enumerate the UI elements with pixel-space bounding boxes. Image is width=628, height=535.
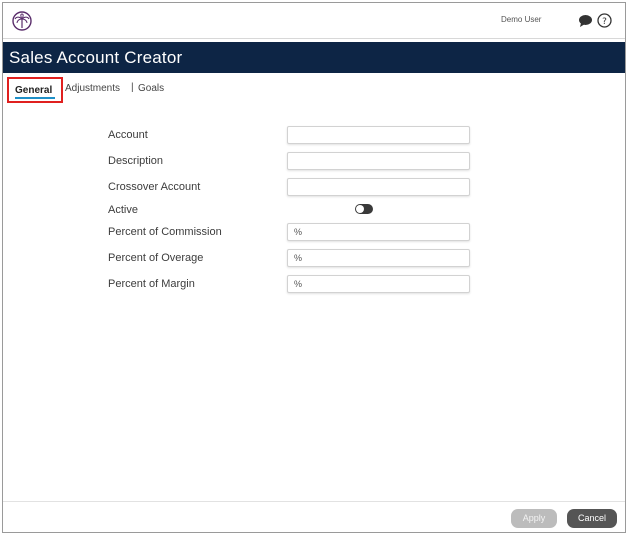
- description-input[interactable]: [287, 152, 470, 170]
- overage-label: Percent of Overage: [108, 252, 204, 264]
- tab-goals[interactable]: Goals: [138, 83, 164, 94]
- margin-input[interactable]: [287, 275, 470, 293]
- toggle-knob: [356, 205, 364, 213]
- active-label: Active: [108, 204, 138, 216]
- tab-general-label: General: [15, 85, 53, 96]
- cancel-button[interactable]: Cancel: [567, 509, 617, 528]
- crossover-account-label: Crossover Account: [108, 181, 201, 193]
- footer-divider: [3, 501, 625, 502]
- app-window: Demo User ? Sales Account Creator Genera…: [2, 2, 626, 533]
- crossover-account-row: Crossover Account: [3, 178, 625, 198]
- commission-input[interactable]: [287, 223, 470, 241]
- account-input[interactable]: [287, 126, 470, 144]
- active-tab-indicator: [15, 97, 55, 99]
- tab-general[interactable]: General: [7, 77, 63, 103]
- active-row: Active: [3, 201, 625, 221]
- commission-row: Percent of Commission: [3, 223, 625, 243]
- margin-row: Percent of Margin: [3, 275, 625, 295]
- account-label: Account: [108, 129, 148, 141]
- svg-text:?: ?: [602, 17, 607, 27]
- account-row: Account: [3, 126, 625, 146]
- tab-adjustments[interactable]: Adjustments: [65, 83, 120, 94]
- page-title: Sales Account Creator: [9, 48, 183, 67]
- commission-label: Percent of Commission: [108, 226, 222, 238]
- overage-row: Percent of Overage: [3, 249, 625, 269]
- chat-bubble-icon[interactable]: [578, 14, 593, 28]
- crossover-account-input[interactable]: [287, 178, 470, 196]
- description-label: Description: [108, 155, 164, 167]
- top-bar: Demo User ?: [3, 3, 625, 39]
- tab-bar: General Adjustments | Goals: [3, 77, 625, 103]
- active-toggle[interactable]: [355, 204, 373, 214]
- description-row: Description: [3, 152, 625, 172]
- margin-label: Percent of Margin: [108, 278, 195, 290]
- apply-button[interactable]: Apply: [511, 509, 557, 528]
- tab-separator: |: [131, 82, 134, 93]
- overage-input[interactable]: [287, 249, 470, 267]
- palm-tree-logo-icon[interactable]: [12, 11, 32, 31]
- help-circle-icon[interactable]: ?: [597, 13, 612, 28]
- page-title-bar: Sales Account Creator: [3, 42, 625, 73]
- user-name[interactable]: Demo User: [501, 15, 541, 24]
